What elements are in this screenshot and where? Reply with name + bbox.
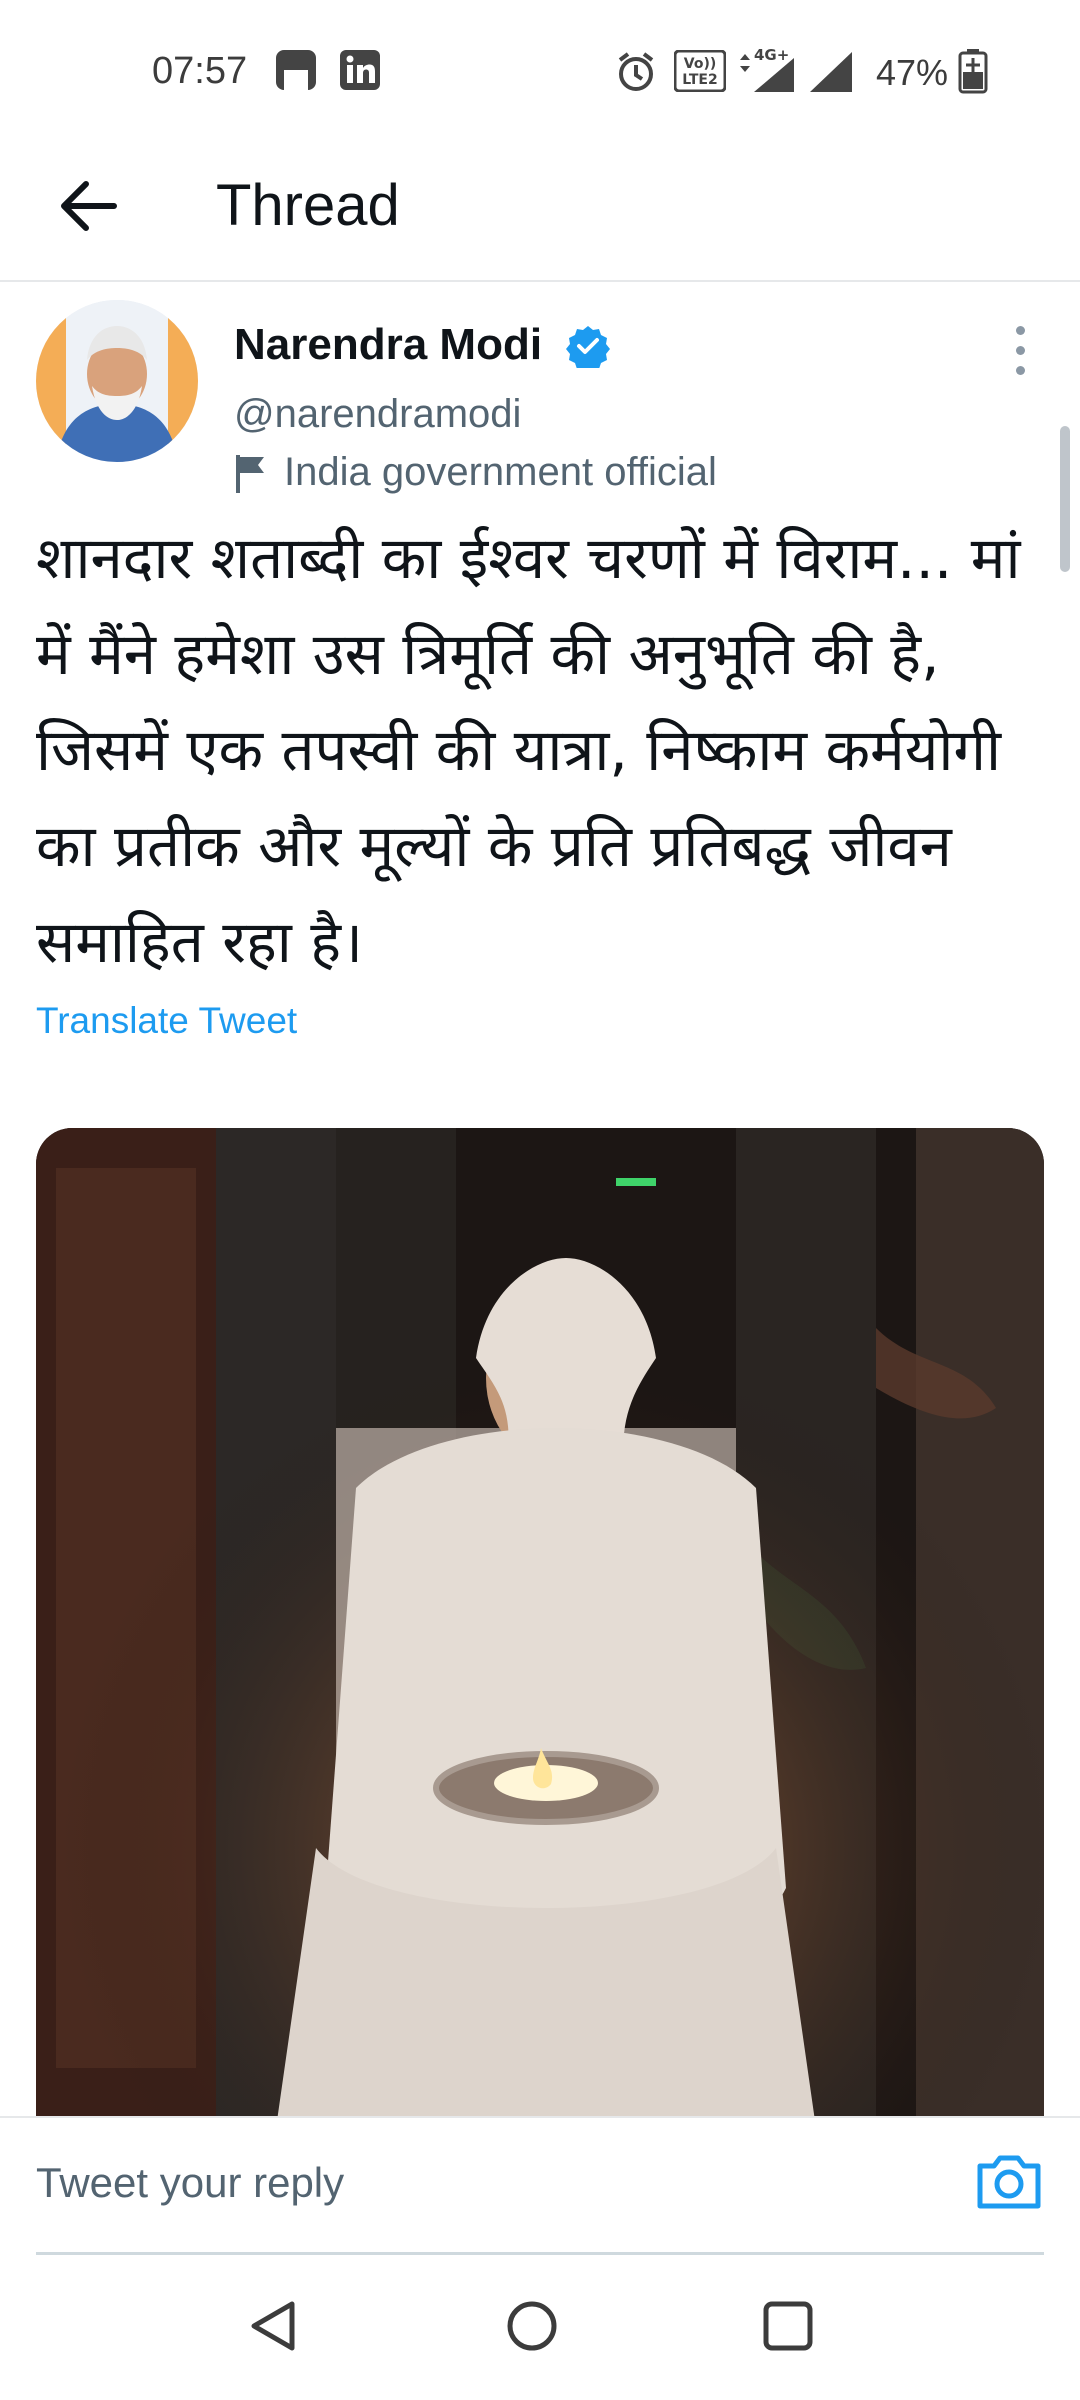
signal-icon xyxy=(808,48,854,99)
page-title: Thread xyxy=(216,173,400,238)
battery-percent: 47% xyxy=(876,52,949,93)
government-label: India government official xyxy=(234,450,717,495)
avatar[interactable] xyxy=(36,300,198,462)
status-time: 07:57 xyxy=(152,50,248,92)
author-handle[interactable]: @narendramodi xyxy=(234,392,521,437)
flag-icon xyxy=(236,454,264,493)
tweet-photo[interactable] xyxy=(36,1128,1044,2128)
system-nav-bar xyxy=(0,2256,1080,2400)
nav-back-button[interactable] xyxy=(234,2286,314,2366)
battery-charging-icon xyxy=(958,48,988,99)
reply-divider xyxy=(36,2252,1044,2255)
verified-badge-icon xyxy=(566,324,610,372)
tweet-text: शानदार शताब्दी का ईश्वर चरणों में विराम.… xyxy=(36,524,1021,976)
reply-input[interactable] xyxy=(36,2148,936,2218)
volte-label-bottom: LTE2 xyxy=(682,72,717,88)
linkedin-icon xyxy=(338,48,382,97)
thread-screen: 07:57 Vo)) LTE2 4G+ 47% Thread Narendra … xyxy=(0,0,1080,2400)
home-circle-icon xyxy=(507,2301,557,2351)
dot-icon xyxy=(1015,325,1025,335)
back-button[interactable] xyxy=(48,166,128,246)
network-label: 4G+ xyxy=(754,46,789,64)
nav-home-button[interactable] xyxy=(492,2286,572,2366)
dot-icon xyxy=(1015,365,1025,375)
save-icon xyxy=(274,48,318,97)
arrow-left-icon xyxy=(61,181,117,231)
translate-tweet-link[interactable]: Translate Tweet xyxy=(36,1000,297,1042)
camera-icon xyxy=(977,2155,1041,2209)
more-options-button[interactable] xyxy=(1000,320,1040,380)
author-name[interactable]: Narendra Modi xyxy=(234,320,542,370)
app-header: Thread xyxy=(0,140,1080,282)
dot-icon xyxy=(1015,345,1025,355)
volte-icon: Vo)) LTE2 xyxy=(673,49,727,97)
nav-recents-button[interactable] xyxy=(748,2286,828,2366)
government-label-text: India government official xyxy=(284,450,717,494)
scrollbar[interactable] xyxy=(1060,426,1070,572)
volte-label-top: Vo)) xyxy=(684,56,716,72)
recents-square-icon xyxy=(763,2301,813,2351)
reply-bar xyxy=(0,2116,1080,2255)
camera-button[interactable] xyxy=(974,2146,1044,2216)
network-4g-signal-icon: 4G+ xyxy=(736,46,800,101)
status-bar: 07:57 Vo)) LTE2 4G+ 47% xyxy=(0,0,1080,140)
alarm-icon xyxy=(614,50,658,99)
back-triangle-icon xyxy=(251,2301,295,2351)
